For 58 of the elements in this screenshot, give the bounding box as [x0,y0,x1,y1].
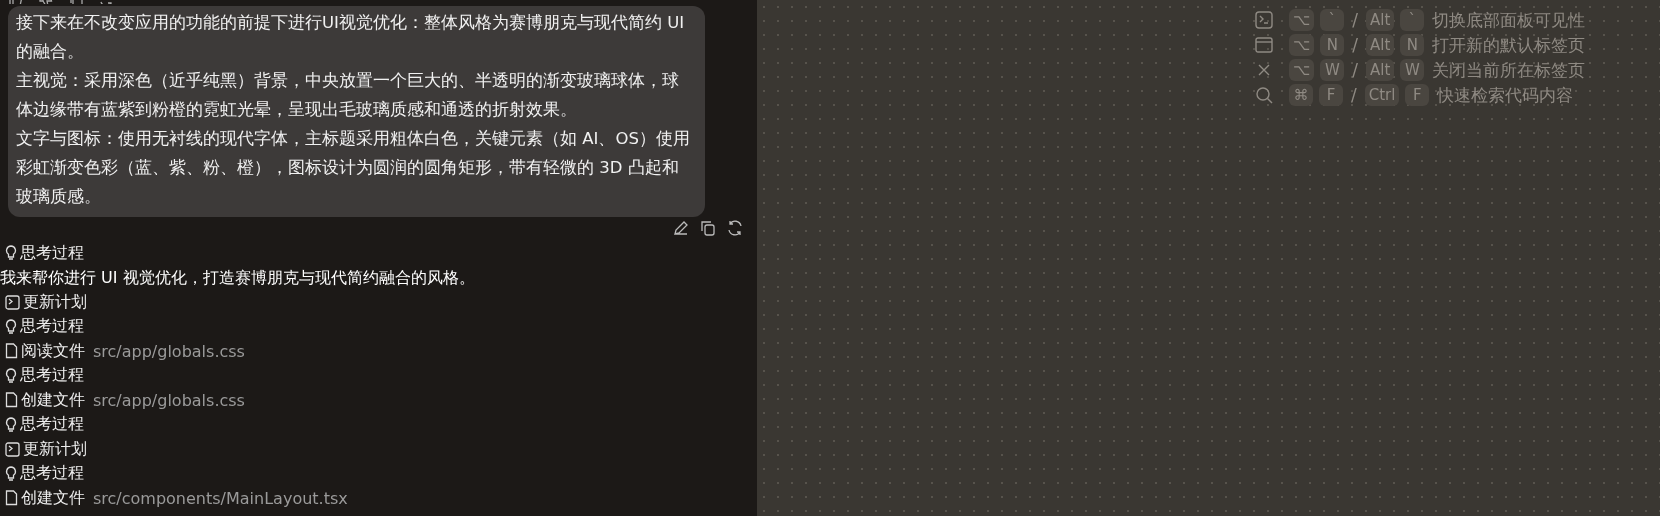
file-path[interactable]: src/app/globals.css [93,390,245,410]
key-cap: Ctrl [1364,84,1400,106]
step-label[interactable]: 创建文件 [21,389,85,411]
step-label[interactable]: 思考过程 [20,242,84,264]
window-icon [1255,37,1273,53]
key-cap: Alt [1366,34,1395,56]
terminal-icon [5,441,20,457]
key-cap: ⌥ [1289,9,1315,31]
key-cap: N [1400,34,1425,56]
lightbulb-icon [5,465,17,482]
file-icon [5,392,18,409]
key-cap: F [1319,84,1343,106]
shortcut-label: 快速检索代码内容 [1437,83,1574,107]
file-icon [5,343,18,360]
key-cap: W [1400,59,1425,81]
step-label[interactable]: 思考过程 [20,365,84,387]
key-cap: ⌘ [1289,84,1313,106]
shortcut-label: 打开新的默认标签页 [1432,33,1586,57]
search-icon [1255,86,1273,104]
step-label[interactable]: 思考过程 [20,463,84,485]
lightbulb-icon [5,416,17,433]
step-label[interactable]: 阅读文件 [21,340,85,362]
separator-text: / [1352,10,1359,30]
refresh-icon[interactable] [726,219,744,237]
assistant-message: 我来帮你进行 UI 视觉优化，打造赛博朋克与现代简约融合的风格。 [0,266,476,289]
step-label[interactable]: 更新计划 [23,291,87,313]
message-paragraph: 接下来在不改变应用的功能的前提下进行UI视觉优化：整体风格为赛博朋克与现代简约 UI 的融合。 [16,12,686,63]
key-cap: ` [1400,9,1425,31]
edit-icon[interactable] [672,219,690,237]
message-paragraph: 主视觉：采用深色（近乎纯黑）背景，中央放置一个巨大的、半透明的渐变玻璃球体，球体边缘带有蓝紫到粉橙的霓虹光晕，呈现出毛玻璃质感和通透的折射效果。 [16,70,680,121]
file-path[interactable]: src/app/globals.css [93,341,245,361]
key-cap: ⌥ [1289,59,1315,81]
shortcut-label: 关闭当前所在标签页 [1432,58,1586,82]
shortcut-label: 切换底部面板可见性 [1432,8,1586,32]
key-cap: F [1405,84,1430,106]
separator-text: / [1351,85,1357,105]
lightbulb-icon [5,245,17,262]
step-label[interactable]: 思考过程 [20,316,84,338]
close-icon [1257,63,1271,77]
terminal-icon [5,294,20,310]
copy-icon[interactable] [699,219,717,237]
terminal-icon [1255,11,1273,29]
file-path[interactable]: src/components/MainLayout.tsx [93,488,348,508]
lightbulb-icon [5,318,17,335]
separator-text: / [1352,35,1359,55]
message-paragraph: 文字与图标：使用无衬线的现代字体，主标题采用粗体白色，关键元素（如 AI、OS）使用彩虹渐变色彩（蓝、紫、粉、橙），图标设计为圆润的圆角矩形，带有轻微的 3D 凸起和玻璃质感。 [16,128,691,208]
file-icon [5,490,18,507]
lightbulb-icon [5,367,17,384]
step-label[interactable]: 更新计划 [23,438,87,460]
key-cap: ` [1320,9,1345,31]
separator-text: / [1352,60,1359,80]
key-cap: N [1320,34,1345,56]
key-cap: Alt [1366,9,1395,31]
key-cap: Alt [1366,59,1395,81]
key-cap: ⌥ [1289,34,1315,56]
step-label[interactable]: 思考过程 [20,414,84,436]
key-cap: W [1320,59,1345,81]
step-label[interactable]: 创建文件 [21,487,85,509]
